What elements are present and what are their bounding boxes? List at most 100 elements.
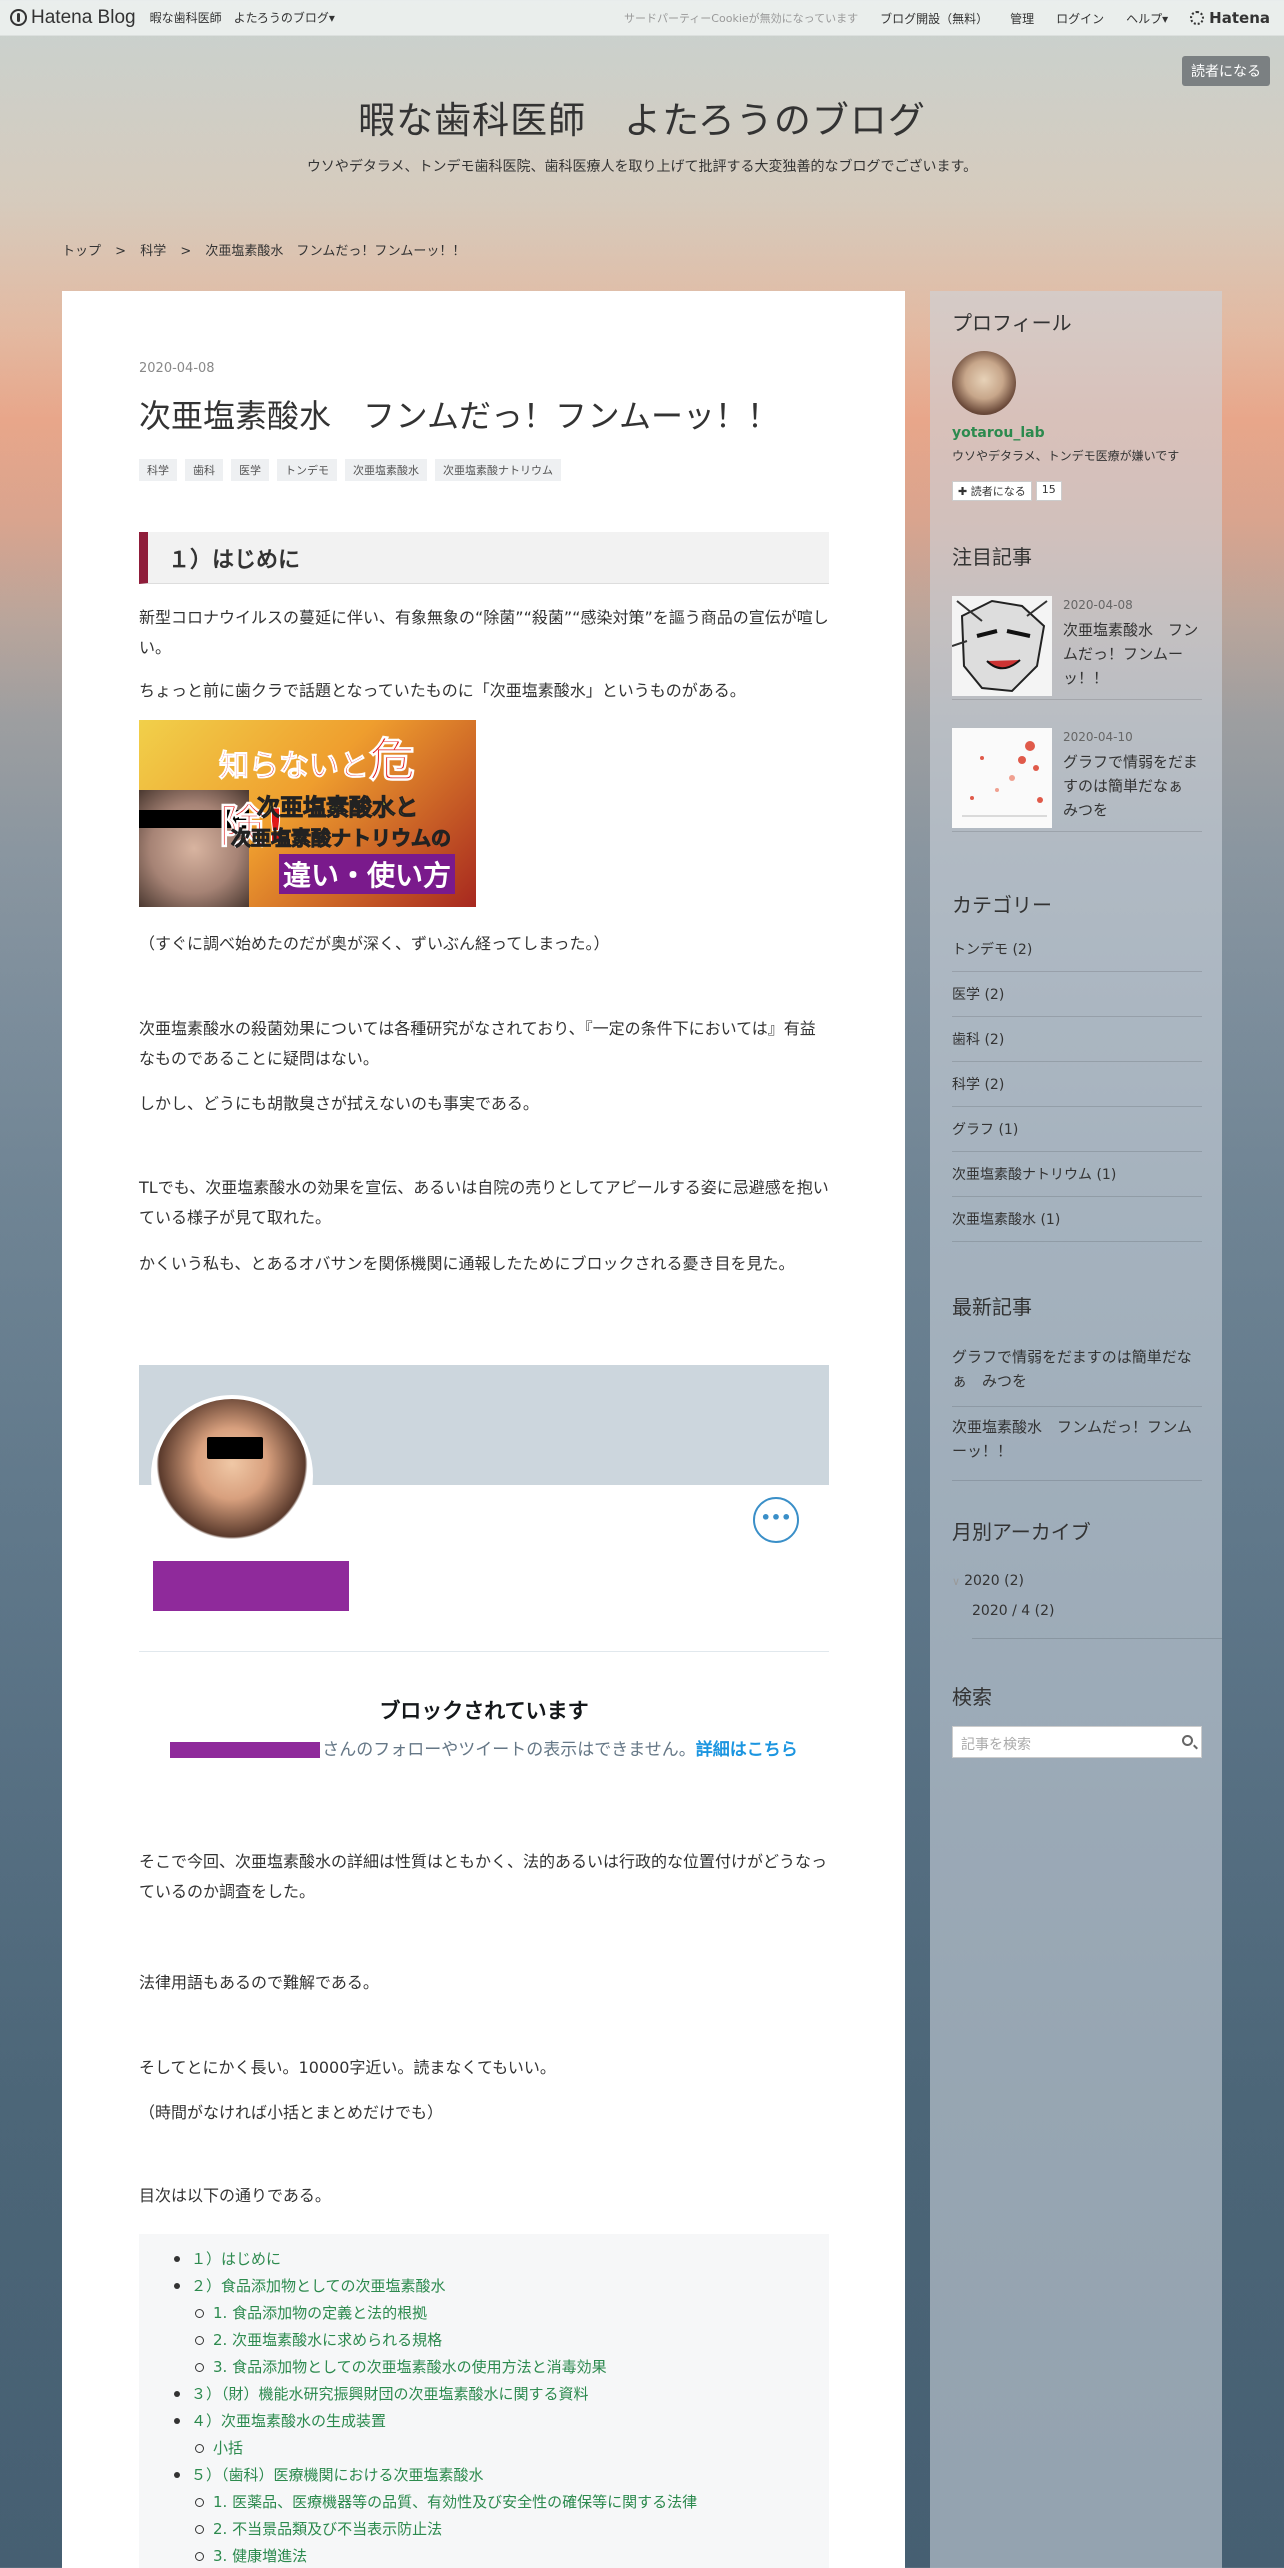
featured-thumbnail-manga	[952, 596, 1052, 696]
recent-entry[interactable]: グラフで情弱をだますのは簡単だなぁ みつを	[952, 1345, 1202, 1407]
profile-heading: プロフィール	[952, 311, 1072, 335]
entry-categories: 科学 歯科 医学 トンデモ 次亜塩素酸水 次亜塩素酸ナトリウム	[139, 459, 569, 481]
toc-subitem[interactable]: 2. 次亜塩素酸水に求められる規格	[191, 2329, 829, 2356]
category-tag[interactable]: 科学	[139, 459, 177, 481]
censor-bar	[207, 1437, 263, 1459]
featured-title[interactable]: グラフで情弱をだますのは簡単だなぁ みつを	[1063, 750, 1203, 822]
search-input[interactable]: 記事を検索	[952, 1726, 1202, 1758]
paragraph: 法律用語もあるので難解である。	[139, 1973, 379, 1992]
archive-year[interactable]: ∨ 2020 (2)	[952, 1573, 1202, 1589]
sidebar: プロフィール yotarou_lab ウソやデタラメ、トンデモ医療が嫌いです ✚…	[930, 291, 1222, 2568]
brand-name: Hatena Blog	[31, 6, 136, 28]
breadcrumb-top[interactable]: トップ	[62, 244, 101, 259]
subscribe-button[interactable]: ✚ 読者になる	[952, 481, 1032, 501]
featured-item[interactable]: 2020-04-08 次亜塩素酸水 フンムだっ！フンムーッ！！	[952, 596, 1202, 700]
details-link[interactable]: 詳細はこちら	[696, 1740, 798, 1760]
archive-heading: 月別アーカイブ	[952, 1520, 1091, 1544]
admin-link[interactable]: 管理	[1010, 10, 1034, 27]
toc-item[interactable]: ５）（歯科）医療機関における次亜塩素酸水	[174, 2464, 829, 2491]
category-tag[interactable]: 医学	[231, 459, 269, 481]
category-tag[interactable]: 次亜塩素酸水	[345, 459, 427, 481]
toc-subitem[interactable]: 3. 健康増進法	[191, 2545, 829, 2568]
toc-subitem[interactable]: 1. 食品添加物の定義と法的根拠	[191, 2302, 829, 2329]
cookie-notice[interactable]: サードパーティーCookieが無効になっています	[624, 10, 858, 26]
category-tag[interactable]: トンデモ	[277, 459, 337, 481]
archive-month[interactable]: 2020 / 4 (2)	[972, 1603, 1222, 1639]
paragraph: 目次は以下の通りである。	[139, 2186, 331, 2205]
paragraph: 次亜塩素酸水の殺菌効果については各種研究がなされており、『一定の条件下においては…	[139, 1019, 816, 1068]
hatena-blog-logo[interactable]: Hatena Blog	[10, 7, 136, 29]
breadcrumb-current: 次亜塩素酸水 フンムだっ！フンムーッ！！	[205, 244, 466, 259]
reader-widget: ✚ 読者になる 15	[952, 481, 1066, 501]
paragraph: ちょっと前に歯クラで話題となっていたものに「次亜塩素酸水」というものがある。	[139, 681, 746, 700]
image-text: 違い・使い方	[279, 854, 456, 894]
paragraph: 新型コロナウイルスの蔓延に伴い、有象無象の“除菌”“殺菌”“感染対策”を謳う商品…	[139, 608, 829, 657]
blocked-description: さんのフォローやツイートの表示はできません。詳細はこちら	[139, 1735, 829, 1760]
featured-date: 2020-04-08	[1063, 598, 1133, 612]
recent-heading: 最新記事	[952, 1295, 1032, 1319]
image-text: 次亜塩素酸ナトリウムの	[231, 826, 452, 851]
category-link[interactable]: 歯科 (2)	[952, 1017, 1202, 1062]
avatar[interactable]	[952, 351, 1016, 415]
blog-title[interactable]: 暇な歯科医師 よたろうのブログ	[0, 90, 1284, 144]
featured-item[interactable]: 2020-04-10 グラフで情弱をだますのは簡単だなぁ みつを	[952, 728, 1202, 832]
recent-entry[interactable]: 次亜塩素酸水 フンムだっ！フンムーッ！！	[952, 1415, 1202, 1481]
embedded-tweet: ••• ブロックされています さんのフォローやツイートの表示はできません。詳細は…	[139, 1365, 829, 1905]
search-placeholder: 記事を検索	[961, 1737, 1031, 1753]
hatena-menu[interactable]: Hatena	[1190, 9, 1270, 27]
username-mask	[170, 1742, 321, 1758]
category-heading: カテゴリー	[952, 893, 1052, 917]
toc-subitem[interactable]: 1. 医薬品、医療機器等の品質、有効性及び安全性の確保等に関する法律	[191, 2491, 829, 2518]
category-link[interactable]: 次亜塩素酸ナトリウム (1)	[952, 1152, 1202, 1197]
entry-date[interactable]: 2020-04-08	[139, 361, 215, 376]
category-link[interactable]: グラフ (1)	[952, 1107, 1202, 1152]
category-link[interactable]: 医学 (2)	[952, 972, 1202, 1017]
image-text: 次亜塩素酸水と	[257, 795, 419, 822]
breadcrumb-separator: >	[180, 244, 192, 259]
featured-date: 2020-04-10	[1063, 730, 1133, 744]
breadcrumb-separator: >	[115, 244, 127, 259]
toc-item[interactable]: ２）食品添加物としての次亜塩素酸水	[174, 2275, 829, 2302]
breadcrumb-category[interactable]: 科学	[140, 244, 166, 259]
user-description: ウソやデタラメ、トンデモ医療が嫌いです	[952, 449, 1180, 463]
header-blog-name[interactable]: 暇な歯科医師	[150, 9, 222, 26]
category-link[interactable]: トンデモ (2)	[952, 927, 1202, 972]
toc-subitem[interactable]: 2. 不当景品類及び不当表示防止法	[191, 2518, 829, 2545]
more-options-icon[interactable]: •••	[753, 1497, 799, 1543]
paragraph: かくいう私も、とあるオバサンを関係機関に通報したためにブロックされる憂き目を見た…	[139, 1254, 795, 1273]
category-link[interactable]: 次亜塩素酸水 (1)	[952, 1197, 1202, 1242]
start-blog-link[interactable]: ブログ開設（無料）	[880, 10, 988, 27]
breadcrumb: トップ > 科学 > 次亜塩素酸水 フンムだっ！フンムーッ！！	[62, 240, 475, 259]
main-content: 2020-04-08 次亜塩素酸水 フンムだっ！フンムーッ！！ 科学 歯科 医学…	[62, 291, 905, 2568]
toc-item[interactable]: １）はじめに	[174, 2248, 829, 2275]
toc-subitem[interactable]: 3. 食品添加物としての次亜塩素酸水の使用方法と消毒効果	[191, 2356, 829, 2383]
reader-count[interactable]: 15	[1035, 481, 1062, 501]
login-link[interactable]: ログイン	[1056, 10, 1104, 27]
global-header: Hatena Blog 暇な歯科医師 よたろうのブログ▾ サードパーティーCoo…	[0, 0, 1284, 36]
chevron-down-icon: ∨	[952, 1575, 961, 1588]
toc-item[interactable]: ４）次亜塩素酸水の生成装置	[174, 2410, 829, 2437]
featured-thumbnail-graph	[952, 728, 1052, 828]
help-menu[interactable]: ヘルプ▾	[1126, 10, 1168, 27]
username-link[interactable]: yotarou_lab	[952, 425, 1045, 441]
category-tag[interactable]: 次亜塩素酸ナトリウム	[435, 459, 561, 481]
section-heading: １）はじめに	[139, 532, 829, 584]
search-icon[interactable]	[1182, 1735, 1193, 1746]
search-heading: 検索	[952, 1685, 992, 1709]
category-link[interactable]: 科学 (2)	[952, 1062, 1202, 1107]
article-image[interactable]: 知らないと危険! 次亜塩素酸水と 次亜塩素酸ナトリウムの 違い・使い方	[139, 720, 476, 907]
toc-subitem[interactable]: 小括	[191, 2437, 829, 2464]
entry-title[interactable]: 次亜塩素酸水 フンムだっ！フンムーッ！！	[139, 391, 779, 437]
featured-title[interactable]: 次亜塩素酸水 フンムだっ！フンムーッ！！	[1063, 618, 1203, 690]
featured-heading: 注目記事	[952, 545, 1032, 569]
twitter-name-mask	[153, 1561, 349, 1611]
category-tag[interactable]: 歯科	[185, 459, 223, 481]
image-text: 知らないと	[219, 749, 370, 785]
toc-item[interactable]: ３）（財）機能水研究振興財団の次亜塩素酸水に関する資料	[174, 2383, 829, 2410]
header-blog-menu[interactable]: よたろうのブログ▾	[234, 9, 335, 26]
follow-button[interactable]: 読者になる	[1182, 56, 1270, 86]
paragraph: そこで今回、次亜塩素酸水の詳細は性質はともかく、法的あるいは行政的な位置付けがど…	[139, 1852, 828, 1901]
hatena-logo-icon	[10, 9, 27, 26]
table-of-contents: １）はじめに ２）食品添加物としての次亜塩素酸水 1. 食品添加物の定義と法的根…	[139, 2234, 829, 2568]
paragraph: しかし、どうにも胡散臭さが拭えないのも事実である。	[139, 1094, 539, 1113]
